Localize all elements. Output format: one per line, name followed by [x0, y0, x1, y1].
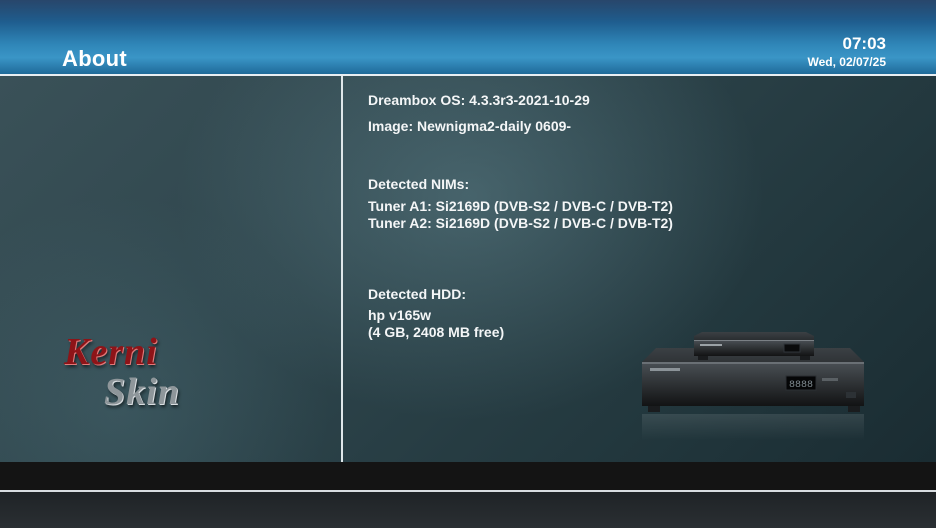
footer-bar: [0, 492, 936, 528]
image-version: Image: Newnigma2-daily 0609-: [368, 118, 572, 134]
clock-time: 07:03: [842, 34, 886, 53]
receiver-device-image: 8888: [636, 332, 868, 442]
hdd-heading: Detected HDD:: [368, 286, 467, 302]
svg-text:8888: 8888: [789, 380, 813, 391]
skin-logo: Kerni Skin: [60, 330, 220, 422]
logo-text-kerni: Kerni: [64, 331, 158, 373]
header-bar: [0, 0, 936, 74]
tuner-a2: Tuner A2: Si2169D (DVB-S2 / DVB-C / DVB-…: [368, 215, 673, 231]
hdd-size: (4 GB, 2408 MB free): [368, 324, 505, 340]
status-bar: [0, 462, 936, 490]
nims-heading: Detected NIMs:: [368, 176, 470, 192]
tuner-a1: Tuner A1: Si2169D (DVB-S2 / DVB-C / DVB-…: [368, 198, 673, 214]
panel-divider: [341, 76, 343, 462]
hdd-model: hp v165w: [368, 307, 432, 323]
clock-date: Wed, 02/07/25: [807, 55, 887, 69]
logo-text-skin: Skin: [104, 371, 180, 413]
os-version: Dreambox OS: 4.3.3r3-2021-10-29: [368, 92, 590, 108]
page-title: About: [62, 46, 128, 71]
